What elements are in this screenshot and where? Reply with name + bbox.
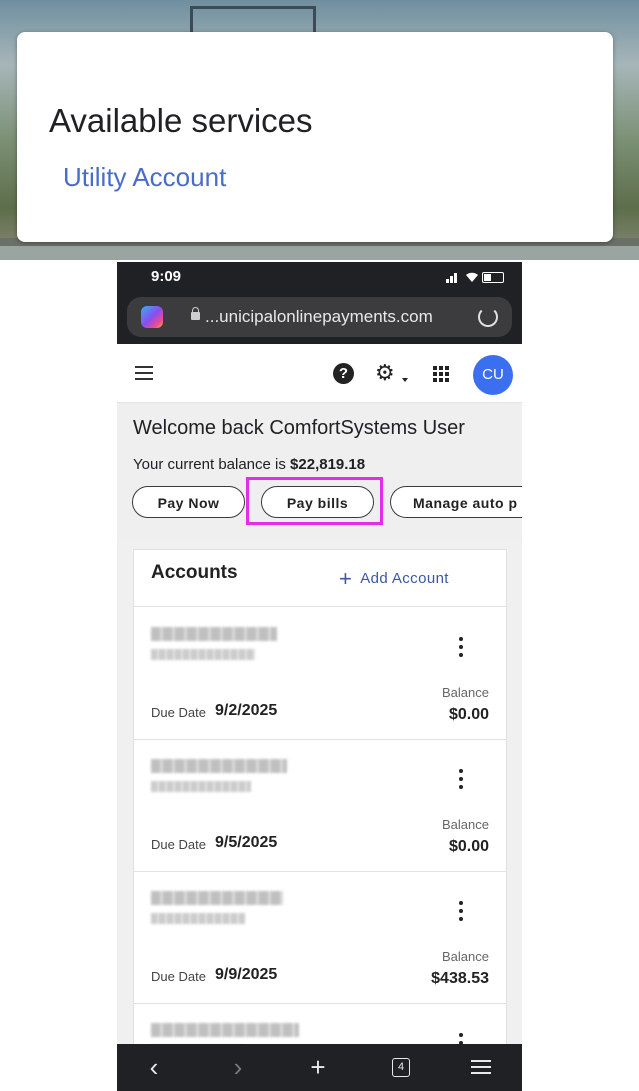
balance-value: $0.00 — [448, 838, 489, 855]
plus-icon: + — [339, 566, 353, 591]
kebab-icon[interactable] — [457, 637, 465, 659]
new-tab-icon[interactable]: + — [303, 1044, 333, 1091]
welcome-title: Welcome back ComfortSystems User — [133, 417, 465, 439]
phone-screen: 9:09 ...unicipalonlinepayments.com ? ⚙ C… — [117, 262, 522, 1091]
due-date-label: Due Date — [151, 969, 206, 984]
water — [0, 246, 639, 260]
current-balance: Your current balance is $22,819.18 — [133, 456, 365, 473]
due-date-value: 9/2/2025 — [215, 702, 278, 719]
account-row[interactable]: Due Date 9/2/2025 Balance $0.00 — [134, 607, 506, 740]
app-header: ? ⚙ CU — [117, 344, 522, 403]
welcome-section: Welcome back ComfortSystems User Your cu… — [117, 403, 522, 539]
pay-now-button[interactable]: Pay Now — [132, 486, 245, 518]
redacted-account-number — [151, 649, 255, 660]
avatar[interactable]: CU — [473, 355, 513, 395]
browser-bottom-nav: ‹ › + 4 — [117, 1044, 522, 1091]
due-date-value: 9/5/2025 — [215, 834, 278, 851]
accounts-area: Accounts + Add Account Due Date 9/2/2025 … — [117, 539, 522, 1071]
signal-bar — [454, 273, 457, 283]
account-row[interactable]: Due Date 9/5/2025 Balance $0.00 — [134, 739, 506, 872]
accounts-title: Accounts — [151, 562, 238, 583]
help-icon[interactable]: ? — [333, 363, 354, 384]
accounts-header: Accounts + Add Account — [134, 550, 506, 607]
balance-prefix: Your current balance is — [133, 456, 286, 473]
forward-icon[interactable]: › — [223, 1044, 253, 1091]
manage-autopay-button[interactable]: Manage auto p — [390, 486, 522, 518]
signal-bar — [450, 276, 453, 283]
balance-value: $438.53 — [431, 970, 489, 987]
lock-icon — [191, 307, 200, 321]
balance-label: Balance — [442, 817, 489, 832]
due-date-value: 9/9/2025 — [215, 966, 278, 983]
due-date-label: Due Date — [151, 837, 206, 852]
status-time: 9:09 — [151, 268, 182, 285]
pay-bills-button[interactable]: Pay bills — [261, 486, 374, 518]
utility-account-link[interactable]: Utility Account — [63, 162, 226, 193]
signal-icon — [446, 279, 449, 283]
reload-icon[interactable] — [478, 307, 498, 327]
services-card: Available services Utility Account — [17, 32, 613, 242]
kebab-icon[interactable] — [457, 769, 465, 791]
chevron-down-icon — [402, 378, 408, 382]
status-icons — [446, 271, 504, 283]
url-text[interactable]: ...unicipalonlinepayments.com — [205, 307, 433, 327]
hamburger-icon[interactable] — [135, 366, 153, 380]
redacted-account-name — [151, 627, 277, 641]
wifi-icon — [466, 272, 478, 282]
add-account-label: Add Account — [360, 570, 449, 587]
back-icon[interactable]: ‹ — [139, 1044, 169, 1091]
balance-value: $0.00 — [448, 706, 489, 723]
accounts-card: Accounts + Add Account Due Date 9/2/2025 … — [133, 549, 507, 1071]
browser-toolbar: ...unicipalonlinepayments.com — [117, 292, 522, 344]
battery-icon — [482, 272, 504, 283]
address-bar[interactable]: ...unicipalonlinepayments.com — [127, 297, 512, 337]
kebab-icon[interactable] — [457, 901, 465, 923]
add-account-button[interactable]: + Add Account — [339, 566, 449, 592]
balance-label: Balance — [442, 685, 489, 700]
tabs-icon[interactable]: 4 — [392, 1058, 410, 1077]
status-bar: 9:09 — [117, 262, 522, 292]
redacted-account-name — [151, 759, 287, 773]
account-row[interactable]: Due Date 9/9/2025 Balance $438.53 — [134, 871, 506, 1004]
services-title: Available services — [49, 102, 313, 139]
background-photo: Available services Utility Account — [0, 0, 639, 260]
apps-grid-icon[interactable] — [433, 366, 449, 382]
due-date-label: Due Date — [151, 705, 206, 720]
balance-label: Balance — [442, 949, 489, 964]
balance-amount: $22,819.18 — [290, 456, 366, 473]
redacted-account-name — [151, 891, 283, 905]
menu-icon[interactable] — [471, 1060, 491, 1075]
copilot-icon[interactable] — [141, 306, 163, 328]
gear-icon[interactable]: ⚙ — [375, 361, 395, 385]
redacted-account-number — [151, 913, 245, 924]
redacted-account-name — [151, 1023, 299, 1037]
redacted-account-number — [151, 781, 251, 792]
